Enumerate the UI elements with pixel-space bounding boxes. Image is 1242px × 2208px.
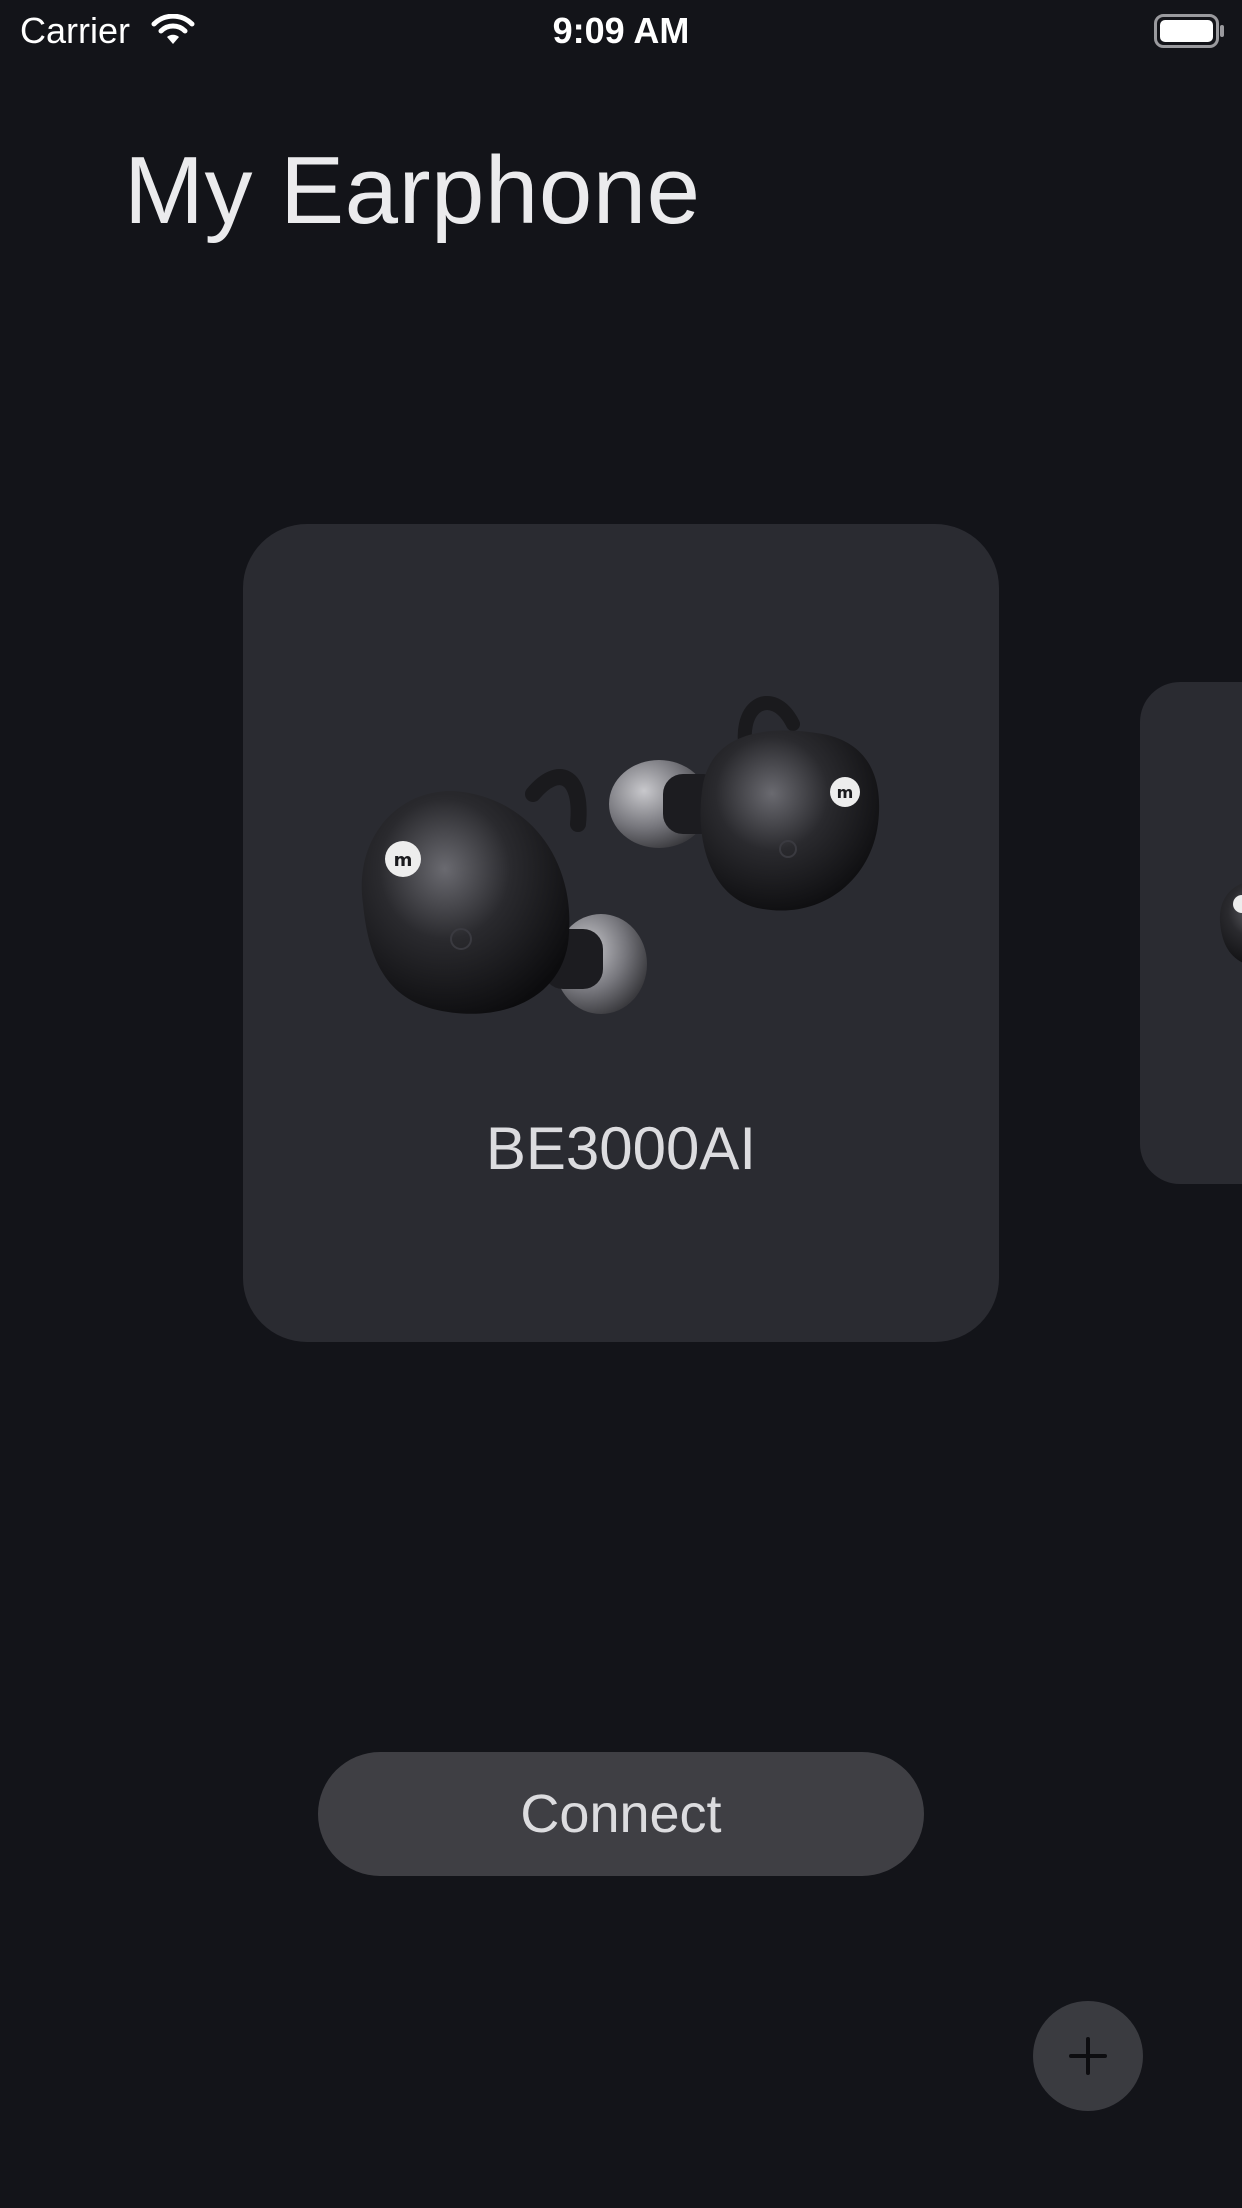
svg-text:m: m [837,783,854,802]
device-name: BE3000AI [485,1115,757,1182]
device-card[interactable]: m m BE3000AI [243,524,999,1342]
svg-text:m: m [394,850,413,871]
add-device-button[interactable] [1033,2001,1143,2111]
earphones-image: m m [361,696,880,1014]
earphones-image [1219,883,1242,963]
next-device-card[interactable] [1140,682,1242,1184]
page-title: My Earphone [124,137,701,244]
status-time: 9:09 AM [552,10,690,51]
battery-icon [1154,14,1224,48]
connect-button[interactable]: Connect [318,1752,924,1876]
status-bar: Carrier 9:09 AM [0,0,1242,62]
earphone-home-screen: Carrier 9:09 AM My Earphone m m BE3000AI… [0,0,1242,2208]
plus-icon [1069,2037,1107,2075]
